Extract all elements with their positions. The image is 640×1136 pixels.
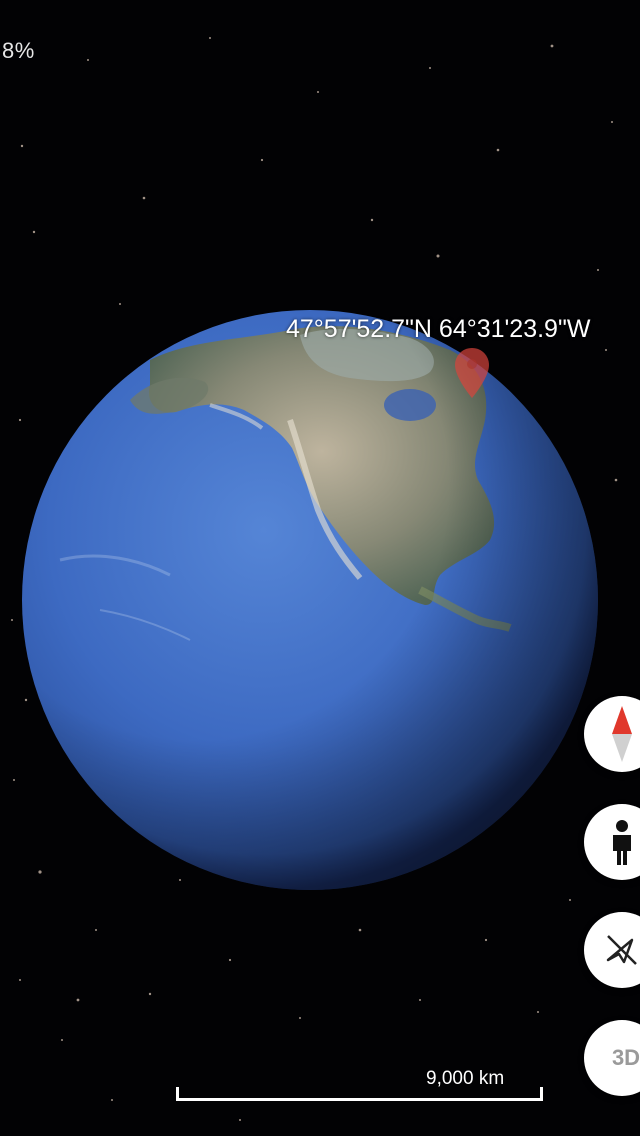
compass-icon xyxy=(607,704,637,764)
pegman-icon xyxy=(608,819,636,865)
map-viewport[interactable]: 8% 47°57'52.7"N 64°31'23.9"W 3D 9,000 km xyxy=(0,0,640,1136)
battery-percentage: 8% xyxy=(2,38,35,63)
toggle-3d-label: 3D xyxy=(611,1045,640,1070)
coordinates-label: 47°57'52.7"N 64°31'23.9"W xyxy=(286,315,591,343)
scale-bar xyxy=(176,1087,543,1101)
earth-globe[interactable] xyxy=(0,0,640,1136)
camera-off-icon xyxy=(604,932,640,968)
